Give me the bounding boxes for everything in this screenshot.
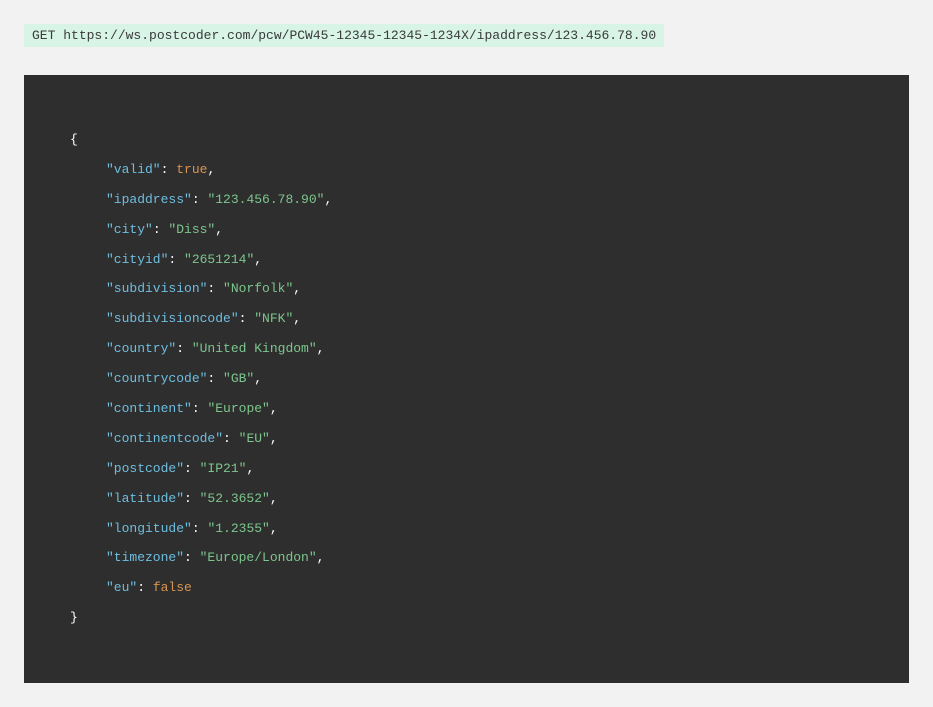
json-sep: : xyxy=(239,311,255,326)
json-value: "GB" xyxy=(223,371,254,386)
json-key: "continentcode" xyxy=(106,431,223,446)
json-comma: , xyxy=(270,401,278,416)
http-method: GET xyxy=(32,28,55,43)
json-sep: : xyxy=(176,341,192,356)
json-value: "2651214" xyxy=(184,252,254,267)
json-key: "postcode" xyxy=(106,461,184,476)
json-sep: : xyxy=(153,222,169,237)
json-key: "valid" xyxy=(106,162,161,177)
json-value: "52.3652" xyxy=(200,491,270,506)
json-comma: , xyxy=(317,341,325,356)
json-response-block: { "valid": true, "ipaddress": "123.456.7… xyxy=(24,75,909,683)
json-key: "city" xyxy=(106,222,153,237)
json-key: "eu" xyxy=(106,580,137,595)
json-comma: , xyxy=(317,550,325,565)
json-sep: : xyxy=(223,431,239,446)
json-value: "United Kingdom" xyxy=(192,341,317,356)
json-key: "country" xyxy=(106,341,176,356)
json-key: "cityid" xyxy=(106,252,168,267)
json-key: "continent" xyxy=(106,401,192,416)
json-value: true xyxy=(176,162,207,177)
json-sep: : xyxy=(184,461,200,476)
json-comma: , xyxy=(293,281,301,296)
json-sep: : xyxy=(161,162,177,177)
json-value: "NFK" xyxy=(254,311,293,326)
json-sep: : xyxy=(192,192,208,207)
json-value: "EU" xyxy=(239,431,270,446)
json-comma: , xyxy=(254,252,262,267)
json-comma: , xyxy=(270,491,278,506)
json-value: "Europe" xyxy=(207,401,269,416)
json-value: "1.2355" xyxy=(207,521,269,536)
close-brace: } xyxy=(70,610,78,625)
json-comma: , xyxy=(215,222,223,237)
json-comma: , xyxy=(254,371,262,386)
json-comma: , xyxy=(324,192,332,207)
json-sep: : xyxy=(168,252,184,267)
json-comma: , xyxy=(293,311,301,326)
json-value: "Diss" xyxy=(168,222,215,237)
json-value: "Norfolk" xyxy=(223,281,293,296)
json-sep: : xyxy=(192,521,208,536)
json-comma: , xyxy=(207,162,215,177)
json-sep: : xyxy=(184,550,200,565)
json-key: "ipaddress" xyxy=(106,192,192,207)
json-sep: : xyxy=(192,401,208,416)
json-value: "123.456.78.90" xyxy=(207,192,324,207)
json-sep: : xyxy=(207,371,223,386)
json-key: "timezone" xyxy=(106,550,184,565)
json-sep: : xyxy=(207,281,223,296)
json-comma: , xyxy=(246,461,254,476)
json-key: "subdivisioncode" xyxy=(106,311,239,326)
json-value: false xyxy=(153,580,192,595)
open-brace: { xyxy=(70,132,78,147)
request-url: https://ws.postcoder.com/pcw/PCW45-12345… xyxy=(63,28,656,43)
json-value: "Europe/London" xyxy=(200,550,317,565)
json-key: "latitude" xyxy=(106,491,184,506)
json-comma: , xyxy=(270,431,278,446)
json-sep: : xyxy=(137,580,153,595)
json-key: "subdivision" xyxy=(106,281,207,296)
api-request-line: GET https://ws.postcoder.com/pcw/PCW45-1… xyxy=(24,24,664,47)
json-comma: , xyxy=(270,521,278,536)
json-value: "IP21" xyxy=(200,461,247,476)
json-sep: : xyxy=(184,491,200,506)
json-key: "longitude" xyxy=(106,521,192,536)
json-key: "countrycode" xyxy=(106,371,207,386)
